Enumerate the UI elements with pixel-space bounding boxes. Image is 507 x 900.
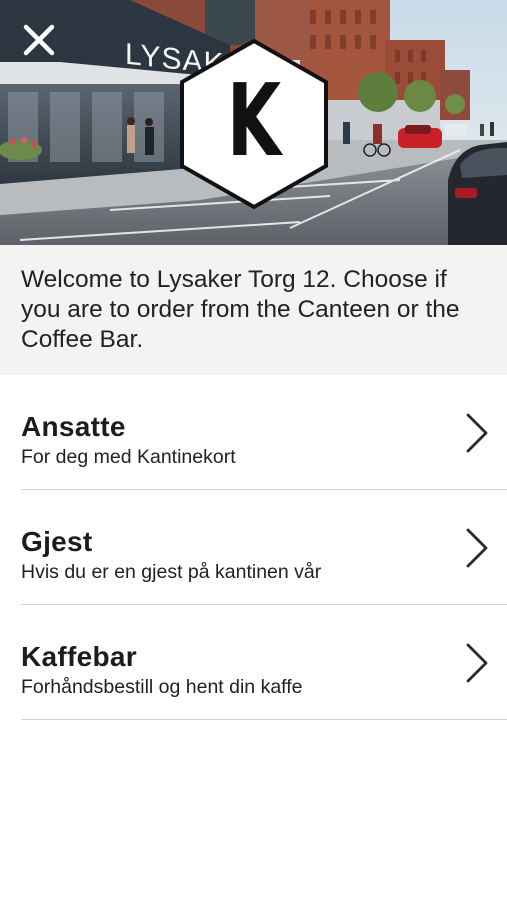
option-title: Kaffebar (21, 641, 137, 672)
welcome-text: Welcome to Lysaker Torg 12. Choose if yo… (21, 266, 460, 353)
close-button[interactable] (18, 20, 60, 62)
option-subtitle: Hvis du er en gjest på kantinen vår (21, 561, 322, 583)
option-kaffebar[interactable]: Kaffebar Forhåndsbestill og hent din kaf… (21, 605, 507, 720)
option-title: Gjest (21, 526, 93, 557)
chevron-right-icon (466, 528, 488, 568)
welcome-banner: Welcome to Lysaker Torg 12. Choose if yo… (0, 245, 507, 375)
option-subtitle: For deg med Kantinekort (21, 446, 236, 468)
option-gjest[interactable]: Gjest Hvis du er en gjest på kantinen vå… (21, 490, 507, 605)
logo: K (178, 38, 330, 210)
close-icon (23, 24, 55, 56)
logo-letter: K (226, 62, 282, 179)
option-ansatte[interactable]: Ansatte For deg med Kantinekort (21, 375, 507, 490)
chevron-right-icon (466, 643, 488, 683)
option-title: Ansatte (21, 411, 126, 442)
chevron-right-icon (466, 413, 488, 453)
hero-image: LYSAKE K (0, 0, 507, 245)
order-options-list: Ansatte For deg med Kantinekort Gjest Hv… (21, 375, 507, 720)
option-subtitle: Forhåndsbestill og hent din kaffe (21, 676, 303, 698)
